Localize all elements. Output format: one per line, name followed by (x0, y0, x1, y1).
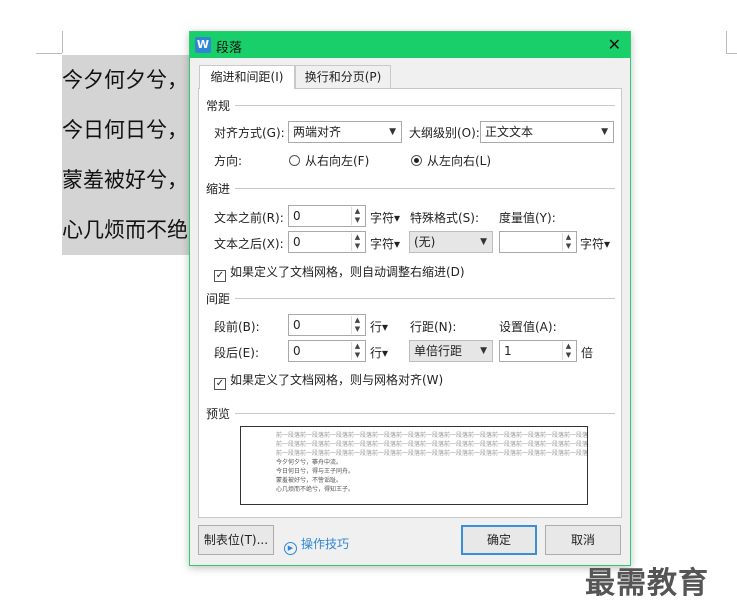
preview-sample-line: 蒙羞被好兮，不訾诟耻。 (276, 477, 343, 484)
special-format-label: 特殊格式(S): (410, 211, 480, 225)
document-line[interactable]: 今夕何夕兮， (62, 55, 192, 105)
tab-indent-spacing[interactable]: 缩进和间距(I) (199, 65, 295, 89)
section-divider (235, 298, 615, 299)
preview-prev-line: 前一段落前一段落前一段落前一段落前一段落前一段落前一段落前一段落前一段落前一段落… (276, 450, 588, 457)
indent-after-value: 0 (293, 235, 301, 249)
direction-label: 方向: (214, 154, 243, 168)
chevron-down-icon: ▼ (480, 237, 487, 247)
section-divider (235, 105, 615, 106)
space-after-label: 段后(E): (214, 346, 259, 360)
space-after-value: 0 (293, 344, 301, 358)
space-before-label: 段前(B): (214, 320, 260, 334)
section-indent-label: 缩进 (206, 182, 231, 196)
title-bar[interactable]: W 段落 ✕ (190, 32, 630, 58)
dialog-title: 段落 (216, 41, 243, 56)
alignment-label: 对齐方式(G): (214, 126, 285, 140)
setting-value: 1 (504, 344, 512, 358)
tab-line-page-breaks[interactable]: 换行和分页(P) (295, 65, 391, 88)
line-spacing-label: 行距(N): (410, 320, 457, 334)
alignment-value: 两端对齐 (293, 125, 342, 139)
ltr-radio[interactable]: 从左向右(L) (411, 152, 491, 169)
preview-box: 前一段落前一段落前一段落前一段落前一段落前一段落前一段落前一段落前一段落前一段落… (240, 426, 588, 505)
chevron-down-icon: ▼ (480, 346, 487, 356)
tips-label: 操作技巧 (301, 537, 350, 551)
line-spacing-value: 单倍行距 (414, 344, 463, 358)
ltr-label: 从左向右(L) (427, 154, 492, 168)
indent-after-unit[interactable]: 字符▾ (370, 235, 400, 252)
space-before-value: 0 (293, 318, 301, 332)
preview-sample-line: 今夕何夕兮，搴舟中流。 (276, 459, 343, 466)
section-divider (235, 188, 615, 189)
preview-prev-line: 前一段落前一段落前一段落前一段落前一段落前一段落前一段落前一段落前一段落前一段落… (276, 441, 588, 448)
outline-level-label: 大纲级别(O): (409, 126, 480, 140)
checkmark-icon: ✓ (214, 270, 226, 282)
indent-before-value: 0 (293, 209, 301, 223)
ok-button[interactable]: 确定 (461, 525, 537, 555)
play-circle-icon: ▶ (284, 542, 297, 555)
outline-level-select[interactable]: 正文文本 ▼ (480, 121, 614, 143)
document-line[interactable]: 心几烦而不绝 (62, 205, 192, 255)
space-before-input[interactable]: 0 ▲ ▼ (288, 314, 366, 336)
space-after-unit[interactable]: 行▾ (370, 344, 388, 361)
section-spacing-label: 间距 (206, 292, 231, 306)
special-format-select[interactable]: (无) ▼ (409, 231, 493, 253)
snap-grid-checkbox[interactable]: ✓ 如果定义了文档网格，则与网格对齐(W) (214, 371, 443, 390)
page-corner-mark (62, 31, 63, 53)
spin-arrows-icon[interactable]: ▲ ▼ (351, 316, 363, 334)
outline-level-value: 正文文本 (485, 125, 534, 139)
indent-before-unit[interactable]: 字符▾ (370, 209, 400, 226)
indent-after-input[interactable]: 0 ▲ ▼ (288, 231, 366, 253)
snap-grid-label: 如果定义了文档网格，则与网格对齐(W) (230, 373, 444, 387)
page-corner-mark (726, 53, 737, 54)
alignment-select[interactable]: 两端对齐 ▼ (288, 121, 402, 143)
measure-unit[interactable]: 字符▾ (580, 235, 610, 252)
spin-arrows-icon[interactable]: ▲ ▼ (351, 342, 363, 360)
section-preview-label: 预览 (206, 407, 231, 421)
chevron-down-icon: ▼ (601, 127, 608, 137)
close-icon[interactable]: ✕ (608, 35, 621, 54)
special-format-value: (无) (414, 235, 436, 249)
spin-arrows-icon[interactable]: ▲ ▼ (562, 233, 574, 251)
document-line[interactable]: 今日何日兮， (62, 105, 192, 155)
tips-link[interactable]: ▶ 操作技巧 (284, 535, 349, 555)
setting-value-unit: 倍 (581, 346, 594, 360)
spin-arrows-icon[interactable]: ▲ ▼ (351, 233, 363, 251)
cancel-button[interactable]: 取消 (545, 525, 621, 555)
measure-label: 度量值(Y): (499, 211, 556, 225)
page-corner-mark (36, 53, 62, 54)
radio-unchecked-icon (289, 155, 300, 166)
preview-prev-line: 前一段落前一段落前一段落前一段落前一段落前一段落前一段落前一段落前一段落前一段落… (276, 432, 588, 439)
preview-sample-line: 今日何日兮，得与王子同舟。 (276, 468, 355, 475)
indent-before-label: 文本之前(R): (214, 211, 284, 225)
document-line[interactable]: 蒙羞被好兮， (62, 155, 192, 205)
section-general-label: 常规 (206, 99, 231, 113)
rtl-label: 从右向左(F) (305, 154, 370, 168)
chevron-down-icon: ▼ (389, 127, 396, 137)
preview-sample-line: 心几烦而不绝兮，得知王子。 (276, 486, 355, 493)
radio-checked-icon (411, 155, 422, 166)
paragraph-dialog: W 段落 ✕ 缩进和间距(I) 换行和分页(P) 常规 对齐方式(G): 两端对… (189, 31, 631, 566)
indent-before-input[interactable]: 0 ▲ ▼ (288, 205, 366, 227)
rtl-radio[interactable]: 从右向左(F) (289, 152, 369, 169)
tab-stops-button[interactable]: 制表位(T)... (198, 525, 274, 555)
auto-adjust-label: 如果定义了文档网格，则自动调整右缩进(D) (230, 265, 465, 279)
space-after-input[interactable]: 0 ▲ ▼ (288, 340, 366, 362)
indent-after-label: 文本之后(X): (214, 237, 284, 251)
line-spacing-select[interactable]: 单倍行距 ▼ (409, 340, 493, 362)
page-corner-mark (726, 31, 727, 53)
wps-writer-icon: W (195, 37, 211, 53)
auto-adjust-checkbox[interactable]: ✓ 如果定义了文档网格，则自动调整右缩进(D) (214, 263, 465, 282)
setting-value-input[interactable]: 1 ▲ ▼ (499, 340, 577, 362)
measure-input[interactable]: ▲ ▼ (499, 231, 577, 253)
tab-panel: 常规 对齐方式(G): 两端对齐 ▼ 大纲级别(O): 正文文本 ▼ 方向: 从… (198, 88, 622, 518)
section-divider (235, 413, 615, 414)
checkmark-icon: ✓ (214, 378, 226, 390)
space-before-unit[interactable]: 行▾ (370, 318, 388, 335)
watermark-text: 最需教育 (585, 566, 709, 601)
spin-arrows-icon[interactable]: ▲ ▼ (562, 342, 574, 360)
setting-value-label: 设置值(A): (499, 320, 557, 334)
spin-arrows-icon[interactable]: ▲ ▼ (351, 207, 363, 225)
